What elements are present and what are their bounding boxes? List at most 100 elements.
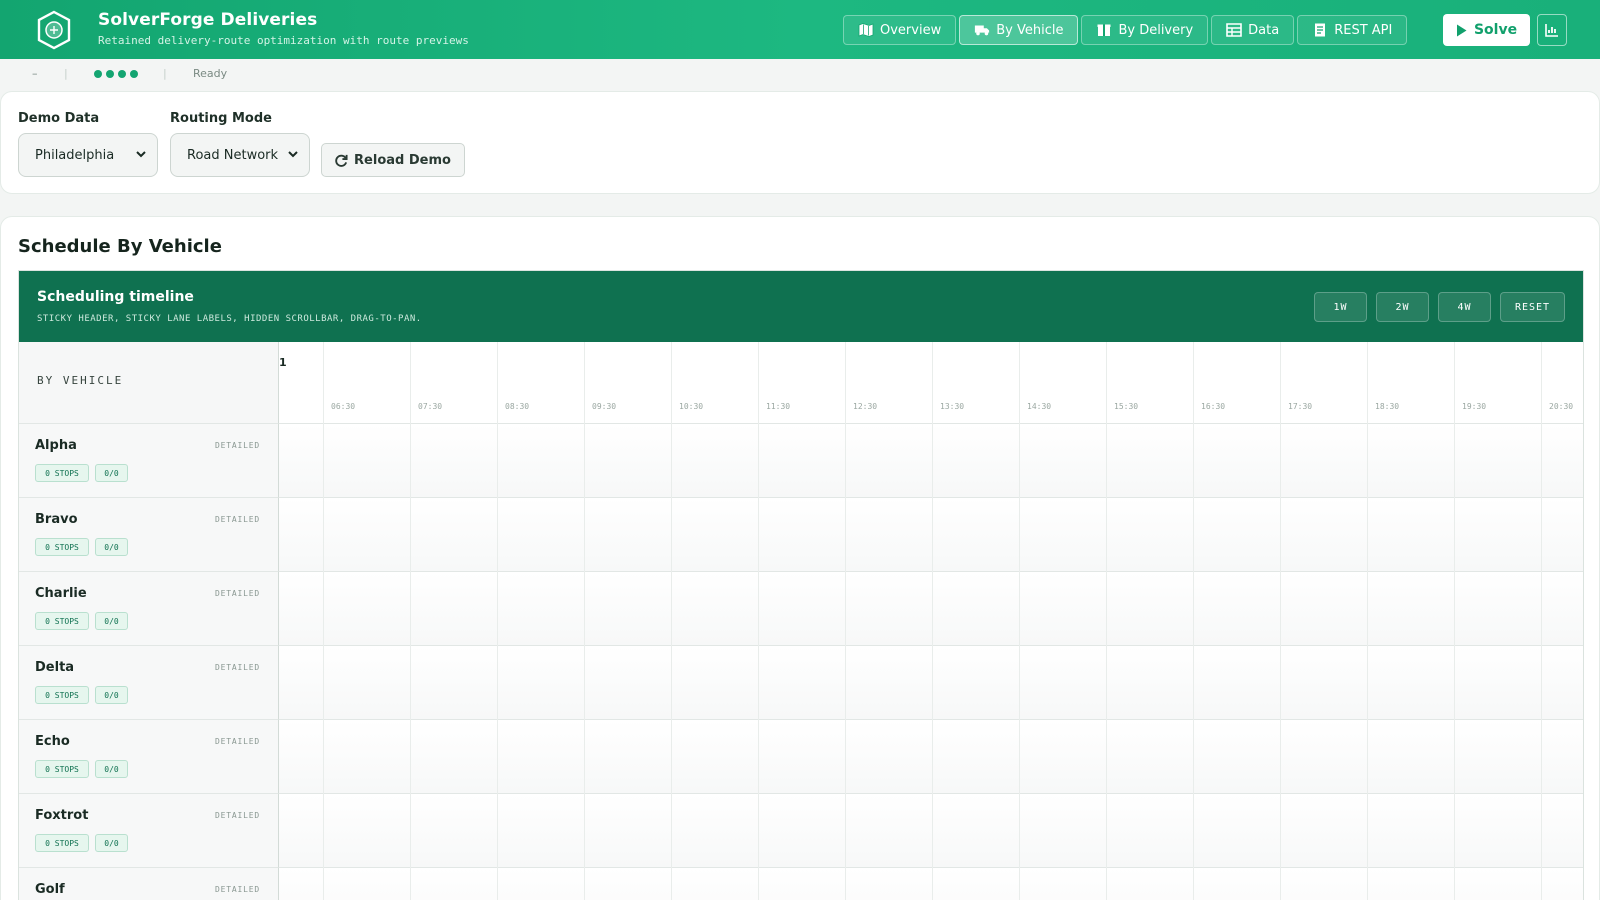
table-icon [1226, 23, 1242, 37]
stops-badge: 0 STOPS [35, 464, 89, 482]
vehicle-lane-label[interactable]: Foxtrot DETAILED 0 STOPS 0/0 [19, 794, 279, 868]
vehicle-name: Charlie [35, 586, 87, 601]
vehicle-lane-label[interactable]: Charlie DETAILED 0 STOPS 0/0 [19, 572, 279, 646]
time-tick-label: 15:30 [1114, 402, 1139, 411]
status-separator: | [64, 67, 68, 80]
page-title: Schedule By Vehicle [18, 236, 222, 257]
schedule-card: Schedule By Vehicle Scheduling timeline … [0, 216, 1600, 900]
grid-line [1019, 342, 1020, 900]
load-badge: 0/0 [95, 538, 128, 556]
vehicle-mode: DETAILED [215, 811, 260, 820]
time-tick-label: 10:30 [679, 402, 704, 411]
grid-line [497, 342, 498, 900]
stops-badge: 0 STOPS [35, 686, 89, 704]
tab-by-vehicle[interactable]: By Vehicle [959, 15, 1079, 45]
vehicle-name: Alpha [35, 438, 77, 453]
grid-line [584, 342, 585, 900]
vehicle-lane-label[interactable]: Echo DETAILED 0 STOPS 0/0 [19, 720, 279, 794]
time-tick-label: 18:30 [1375, 402, 1400, 411]
date-marker: 1 [279, 356, 287, 369]
lane-header-label: BY VEHICLE [37, 374, 124, 387]
grid-line [1193, 342, 1194, 900]
timeline-subtitle: STICKY HEADER, STICKY LANE LABELS, HIDDE… [37, 314, 422, 324]
tab-overview-label: Overview [880, 22, 942, 38]
document-icon [1315, 23, 1326, 37]
stops-badge: 0 STOPS [35, 760, 89, 778]
status-score: – [32, 67, 38, 80]
vehicle-lane-label[interactable]: GolfDETAILED0 STOPS0/0 [19, 868, 279, 900]
status-separator: | [163, 67, 167, 80]
time-tick-label: 19:30 [1462, 402, 1487, 411]
load-badge: 0/0 [95, 834, 128, 852]
tab-data[interactable]: Data [1211, 15, 1295, 45]
app-subtitle: Retained delivery-route optimization wit… [98, 34, 469, 47]
time-tick-label: 09:30 [592, 402, 617, 411]
zoom-4w-button[interactable]: 4W [1438, 292, 1491, 322]
chevron-down-icon [288, 151, 298, 158]
grid-line [1106, 342, 1107, 900]
grid-line [1454, 342, 1455, 900]
tab-by-delivery[interactable]: By Delivery [1081, 15, 1209, 45]
timeline[interactable]: Scheduling timeline STICKY HEADER, STICK… [18, 270, 1584, 900]
lane-header: BY VEHICLE [19, 342, 279, 424]
grid-line [1280, 342, 1281, 900]
time-tick-label: 16:30 [1201, 402, 1226, 411]
load-badge: 0/0 [95, 686, 128, 704]
tab-overview[interactable]: Overview [843, 15, 957, 45]
vehicle-mode: DETAILED [215, 737, 260, 746]
grid-line [758, 342, 759, 900]
nav-tabs: Overview By Vehicle By Delivery Data RES… [843, 15, 1408, 45]
routing-mode-select[interactable]: Road Network [170, 133, 310, 177]
controls-card: Demo Data Philadelphia Routing Mode Road… [0, 91, 1600, 194]
play-icon [1456, 24, 1467, 36]
vehicle-name: Echo [35, 734, 70, 749]
status-text: Ready [193, 67, 228, 80]
grid-line [671, 342, 672, 900]
load-badge: 0/0 [95, 464, 128, 482]
grid-line [845, 342, 846, 900]
timeline-header: Scheduling timeline STICKY HEADER, STICK… [19, 271, 1583, 342]
stops-badge: 0 STOPS [35, 612, 89, 630]
solve-button[interactable]: Solve [1443, 14, 1530, 46]
vehicle-name: Golf [35, 882, 65, 897]
routing-mode-label: Routing Mode [170, 111, 272, 126]
demo-data-label: Demo Data [18, 111, 100, 126]
chart-icon [1545, 24, 1558, 37]
vehicle-name: Foxtrot [35, 808, 89, 823]
timeline-title: Scheduling timeline [37, 289, 194, 305]
demo-data-value: Philadelphia [35, 147, 115, 163]
reload-demo-button[interactable]: Reload Demo [321, 143, 465, 177]
package-icon [1097, 24, 1111, 36]
grid-line [410, 342, 411, 900]
tab-by-vehicle-label: By Vehicle [996, 22, 1064, 38]
zoom-1w-button[interactable]: 1W [1314, 292, 1367, 322]
tab-data-label: Data [1248, 22, 1280, 38]
vehicle-mode: DETAILED [215, 885, 260, 894]
time-tick-label: 14:30 [1027, 402, 1052, 411]
vehicle-lane-label[interactable]: Alpha DETAILED 0 STOPS 0/0 [19, 424, 279, 498]
vehicle-name: Bravo [35, 512, 78, 527]
demo-data-select[interactable]: Philadelphia [18, 133, 158, 177]
time-tick-label: 20:30 [1549, 402, 1574, 411]
vehicle-mode: DETAILED [215, 515, 260, 524]
grid-line [1541, 342, 1542, 900]
time-tick-label: 12:30 [853, 402, 878, 411]
zoom-reset-button[interactable]: RESET [1500, 292, 1565, 322]
analysis-button[interactable] [1537, 14, 1567, 46]
zoom-2w-button[interactable]: 2W [1376, 292, 1429, 322]
grid-line [323, 342, 324, 900]
chevron-down-icon [136, 151, 146, 158]
stops-badge: 0 STOPS [35, 834, 89, 852]
time-tick-label: 08:30 [505, 402, 530, 411]
time-tick-label: 13:30 [940, 402, 965, 411]
time-tick-label: 11:30 [766, 402, 791, 411]
solve-label: Solve [1473, 22, 1518, 38]
map-icon [858, 23, 874, 37]
tab-rest-api[interactable]: REST API [1297, 15, 1408, 45]
vehicle-lane-label[interactable]: Bravo DETAILED 0 STOPS 0/0 [19, 498, 279, 572]
vehicle-mode: DETAILED [215, 589, 260, 598]
time-tick-label: 17:30 [1288, 402, 1313, 411]
app-header: SolverForge Deliveries Retained delivery… [0, 0, 1600, 59]
vehicle-lane-label[interactable]: Delta DETAILED 0 STOPS 0/0 [19, 646, 279, 720]
load-badge: 0/0 [95, 760, 128, 778]
